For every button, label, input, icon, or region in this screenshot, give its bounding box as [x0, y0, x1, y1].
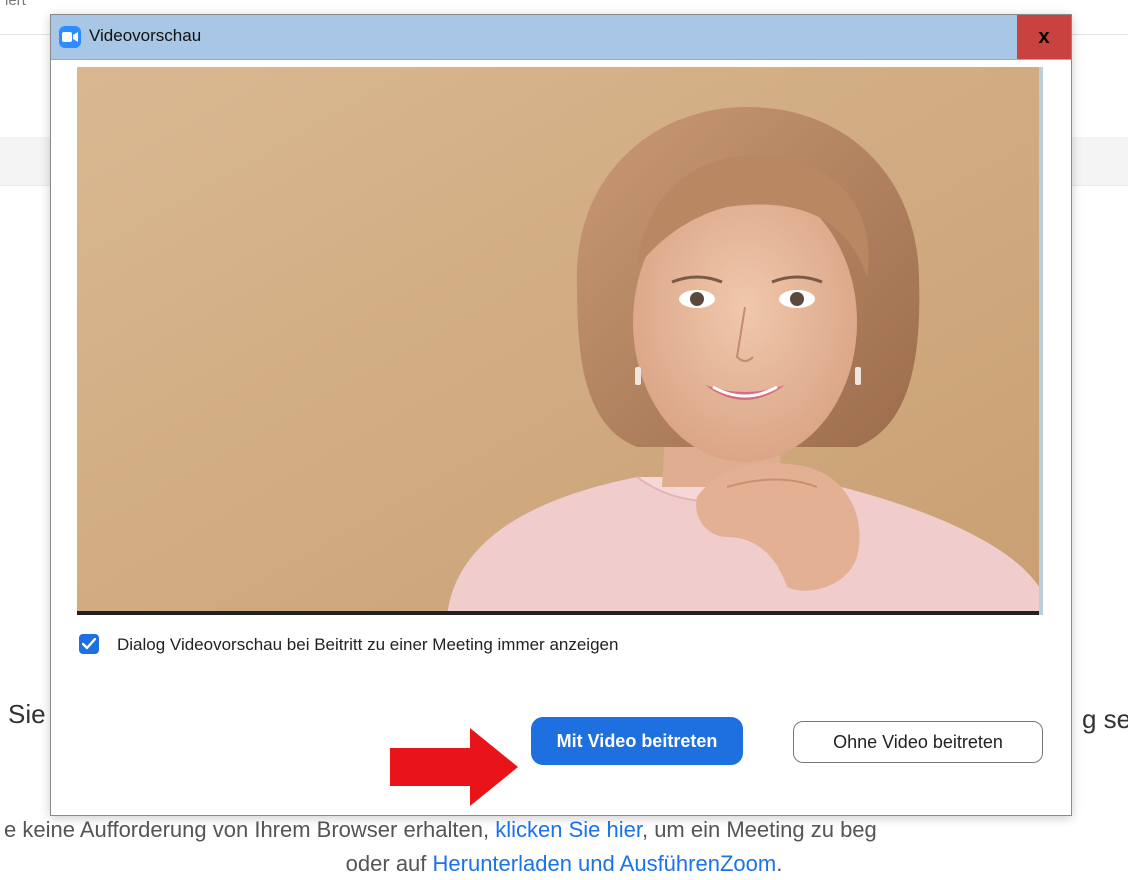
click-here-link[interactable]: klicken Sie hier [495, 817, 642, 842]
always-show-preview-checkbox[interactable] [79, 634, 99, 654]
background-instruction-text: e keine Aufforderung von Ihrem Browser e… [4, 817, 496, 842]
always-show-preview-label: Dialog Videovorschau bei Beitritt zu ein… [117, 635, 619, 654]
join-without-video-button[interactable]: Ohne Video beitreten [793, 721, 1043, 763]
close-icon: x [1038, 26, 1050, 48]
join-with-video-button[interactable]: Mit Video beitreten [531, 717, 743, 765]
background-heading-left-fragment: Sie [8, 699, 46, 729]
red-arrow-icon [390, 728, 518, 806]
dialog-titlebar[interactable]: Videovorschau x [51, 15, 1071, 60]
background-top-fragment: iert [5, 0, 26, 9]
background-download-line: oder auf Herunterladen und AusführenZoom… [0, 851, 1128, 877]
zoom-camera-icon [59, 26, 81, 48]
background-download-text-end: . [776, 851, 783, 876]
checkmark-icon [82, 638, 96, 650]
background-download-text: oder auf [345, 851, 433, 876]
background-instruction-text-end: , um ein Meeting zu beg [641, 817, 877, 842]
video-preview-edge [1039, 67, 1043, 615]
background-instruction-line: e keine Aufforderung von Ihrem Browser e… [4, 817, 877, 843]
close-button[interactable]: x [1017, 15, 1071, 59]
dialog-title: Videovorschau [89, 26, 202, 45]
background-heading-right-fragment: g se [1082, 704, 1128, 734]
video-preview-dialog: Videovorschau x Dialog Videovorschau bei… [50, 14, 1072, 816]
download-and-run-link[interactable]: Herunterladen und AusführenZoom [433, 851, 777, 876]
video-preview-image [77, 67, 1039, 615]
video-preview [77, 67, 1039, 615]
